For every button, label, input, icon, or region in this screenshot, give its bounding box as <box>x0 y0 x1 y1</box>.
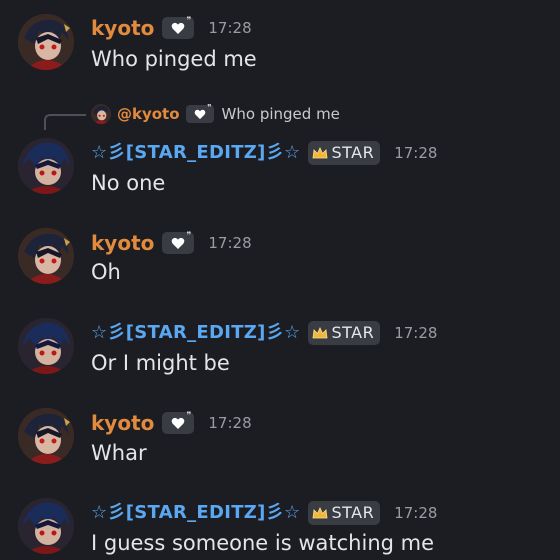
timestamp: 17:28 <box>394 324 438 342</box>
author-name[interactable]: ☆彡[STAR_EDITZ]彡☆ <box>91 499 300 527</box>
reply-avatar[interactable] <box>91 104 111 124</box>
quote-mark-icon: ❞ <box>186 411 192 421</box>
avatar[interactable] <box>18 498 74 554</box>
timestamp: 17:28 <box>208 414 252 432</box>
message-text: Who pinged me <box>91 47 257 71</box>
server-tag-label: STAR <box>331 143 375 162</box>
white-heart-icon <box>172 237 185 249</box>
crown-icon <box>312 147 328 159</box>
timestamp: 17:28 <box>208 234 252 252</box>
heart-badge: ❞ <box>185 103 214 123</box>
reply-connector-line <box>44 114 86 130</box>
heart-badge[interactable]: ❞ <box>162 231 195 254</box>
quote-mark-icon: ❞ <box>186 16 192 26</box>
avatar[interactable] <box>18 14 74 70</box>
quote-mark-icon: ❞ <box>207 103 212 112</box>
avatar[interactable] <box>18 318 74 374</box>
reply-text[interactable]: Who pinged me <box>222 105 340 123</box>
white-heart-icon <box>172 22 185 34</box>
timestamp: 17:28 <box>394 144 438 162</box>
crown-icon <box>312 507 328 519</box>
heart-badge[interactable]: ❞ <box>162 411 195 434</box>
message-text: Or I might be <box>91 351 230 375</box>
reply-author[interactable]: @kyoto <box>117 105 180 123</box>
server-tag-badge[interactable]: STAR <box>308 141 381 165</box>
white-heart-icon <box>172 417 185 429</box>
server-tag-badge[interactable]: STAR <box>308 501 381 525</box>
author-name[interactable]: ☆彡[STAR_EDITZ]彡☆ <box>91 139 300 167</box>
heart-badge[interactable]: ❞ <box>162 16 195 39</box>
crown-icon <box>312 327 328 339</box>
timestamp: 17:28 <box>208 19 252 37</box>
reply-preview[interactable]: @kyoto ❞ Who pinged me <box>0 100 560 130</box>
message-text: Oh <box>91 260 121 284</box>
avatar[interactable] <box>18 408 74 464</box>
author-name[interactable]: kyoto <box>91 14 154 42</box>
author-name[interactable]: kyoto <box>91 409 154 437</box>
chat-message-list: kyoto ❞ 17:28 Who pinged me @kyoto ❞ Who… <box>0 0 560 560</box>
avatar[interactable] <box>18 228 74 284</box>
server-tag-badge[interactable]: STAR <box>308 321 381 345</box>
author-name[interactable]: ☆彡[STAR_EDITZ]彡☆ <box>91 319 300 347</box>
timestamp: 17:28 <box>394 504 438 522</box>
author-name[interactable]: kyoto <box>91 229 154 257</box>
avatar[interactable] <box>18 138 74 194</box>
server-tag-label: STAR <box>331 323 375 342</box>
message-text: Whar <box>91 441 147 465</box>
quote-mark-icon: ❞ <box>186 231 192 241</box>
message-text: No one <box>91 171 166 195</box>
server-tag-label: STAR <box>331 503 375 522</box>
white-heart-icon <box>194 109 205 119</box>
message-text: I guess someone is watching me <box>91 531 435 555</box>
